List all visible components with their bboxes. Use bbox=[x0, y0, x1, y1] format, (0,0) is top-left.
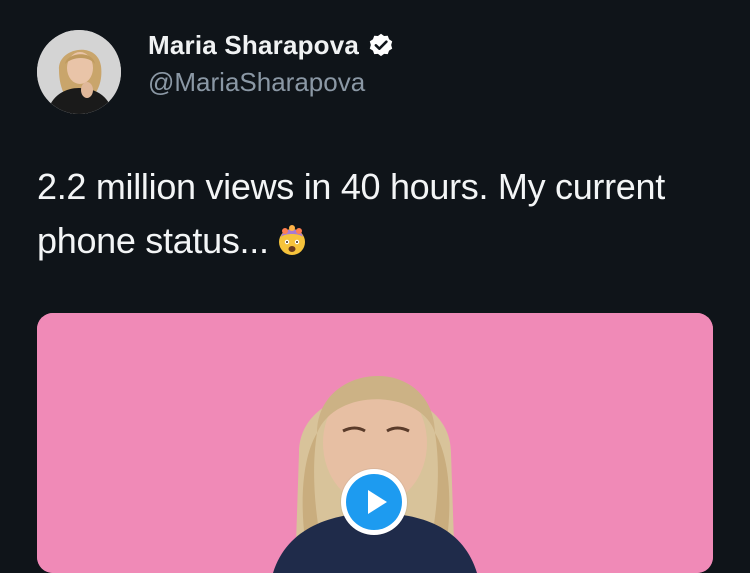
verified-badge-icon bbox=[367, 32, 395, 60]
tweet-text: 2.2 million views in 40 hours. My curren… bbox=[37, 160, 727, 268]
handle[interactable]: @MariaSharapova bbox=[148, 67, 395, 98]
profile-photo-icon bbox=[37, 30, 121, 114]
play-button[interactable] bbox=[341, 469, 407, 535]
display-name-row: Maria Sharapova bbox=[148, 30, 395, 61]
exploding-head-emoji-icon bbox=[275, 218, 309, 255]
avatar[interactable] bbox=[37, 30, 121, 114]
tweet-author: Maria Sharapova @MariaSharapova bbox=[148, 30, 395, 98]
video-media[interactable] bbox=[37, 313, 713, 573]
tweet[interactable]: Maria Sharapova @MariaSharapova 2.2 mill… bbox=[0, 0, 750, 573]
tweet-text-content: 2.2 million views in 40 hours. My curren… bbox=[37, 166, 665, 261]
display-name[interactable]: Maria Sharapova bbox=[148, 30, 359, 61]
play-icon bbox=[346, 474, 402, 530]
